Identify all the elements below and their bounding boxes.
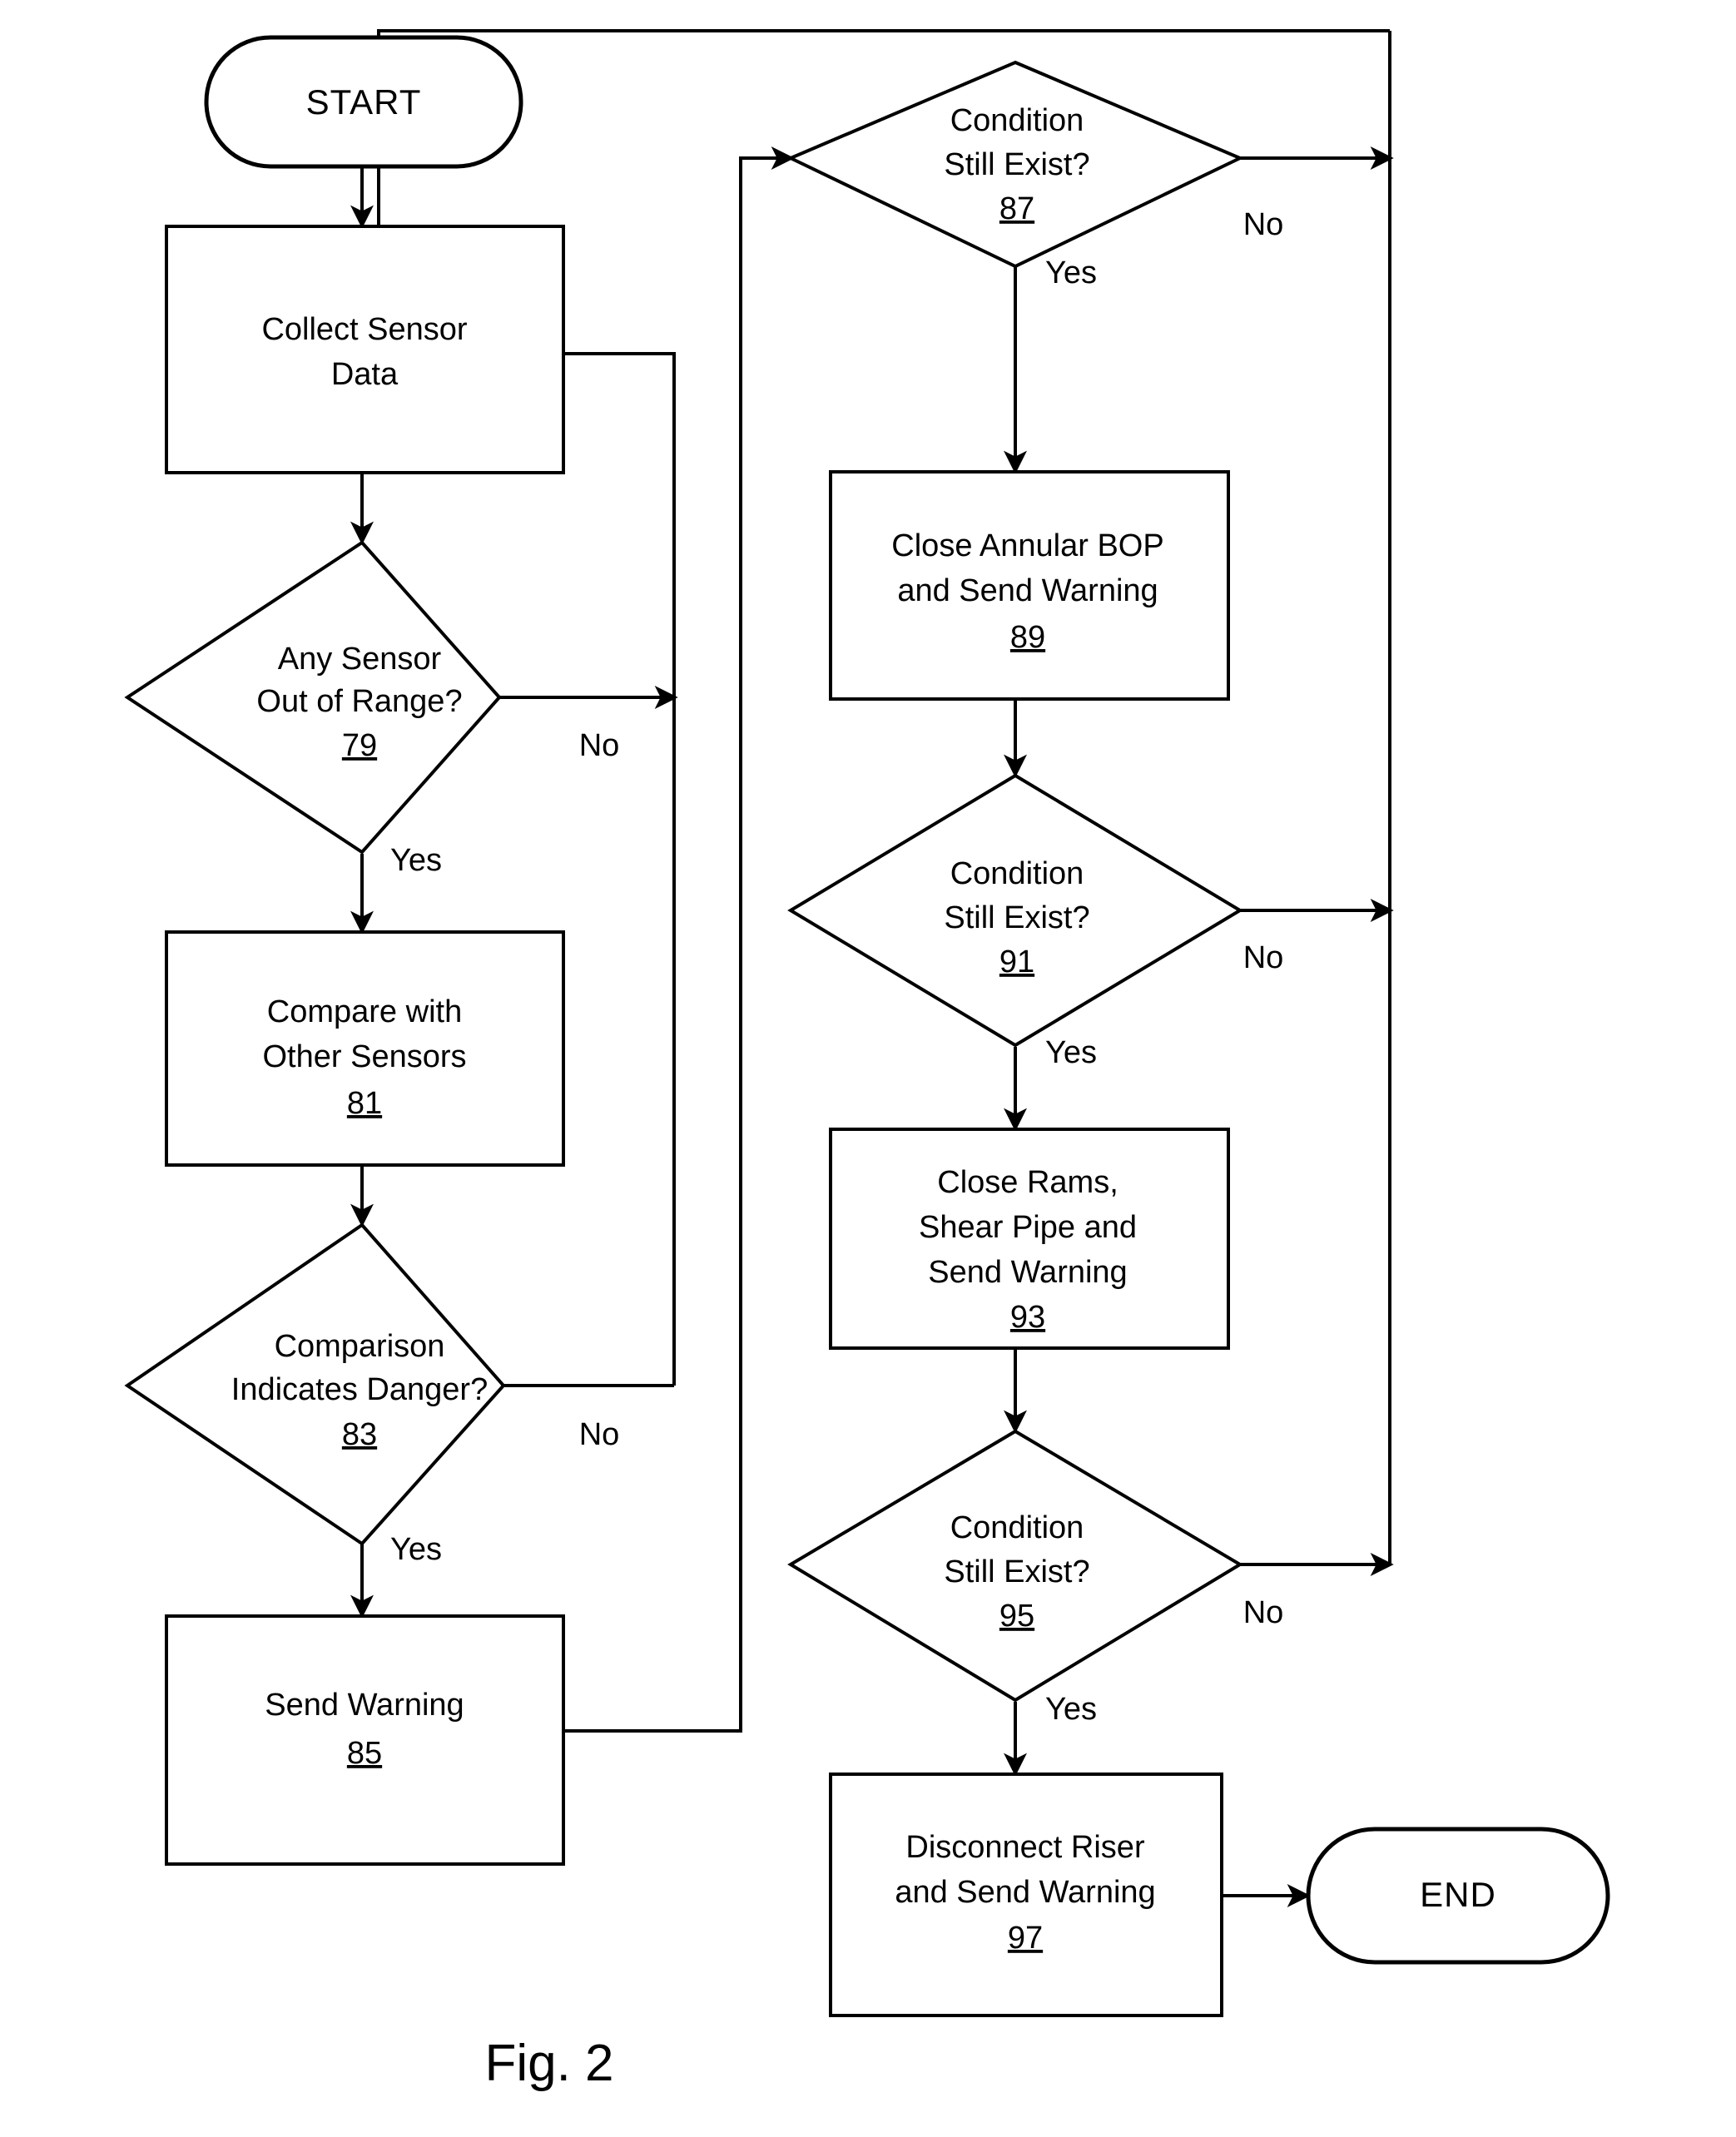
edge-label-d91-yes: Yes xyxy=(1045,1035,1097,1070)
d87-label-line2: Still Exist? xyxy=(944,147,1089,182)
d83-label-line1: Comparison xyxy=(275,1329,445,1364)
node-disconnect-riser[interactable]: Disconnect Riser and Send Warning 97 xyxy=(829,1773,1223,2017)
edge-label-d83-yes: Yes xyxy=(390,1532,442,1567)
rams93-label-line2: Shear Pipe and xyxy=(919,1210,1137,1245)
collect-box-shape xyxy=(165,225,565,474)
edge-label-d83-no: No xyxy=(579,1417,620,1452)
node-start[interactable]: START xyxy=(204,35,523,169)
edge-label-d95-no: No xyxy=(1243,1595,1284,1630)
start-label: START xyxy=(306,82,422,121)
d87-ref-number: 87 xyxy=(999,191,1034,226)
rams93-label-line1: Close Rams, xyxy=(937,1165,1118,1200)
d95-label-line2: Still Exist? xyxy=(944,1554,1089,1589)
d79-label-line1: Any Sensor xyxy=(278,642,442,677)
edge-warn85-to-d87 xyxy=(564,146,795,1733)
collect-label-line2: Data xyxy=(331,357,399,392)
edge-label-d91-no: No xyxy=(1243,940,1284,975)
bop89-ref-number: 89 xyxy=(1010,620,1045,655)
d91-label-line2: Still Exist? xyxy=(944,900,1089,935)
end-label: END xyxy=(1420,1875,1496,1914)
d79-label-line2: Out of Range? xyxy=(256,684,462,719)
d91-ref-number: 91 xyxy=(999,945,1034,979)
d95-ref-number: 95 xyxy=(999,1599,1034,1634)
edge-label-d79-yes: Yes xyxy=(390,843,442,878)
collect-label-line1: Collect Sensor xyxy=(261,312,467,347)
edge-label-d87-no: No xyxy=(1243,207,1284,242)
node-collect-sensor-data[interactable]: Collect Sensor Data xyxy=(165,225,565,474)
node-close-annular-bop[interactable]: Close Annular BOP and Send Warning 89 xyxy=(829,470,1230,701)
edge-label-d95-yes: Yes xyxy=(1045,1692,1097,1727)
riser97-label-line1: Disconnect Riser xyxy=(905,1830,1145,1865)
flowchart-diagram: START Collect Sensor Data Any Sensor Out… xyxy=(0,0,1736,2137)
compare-label-line2: Other Sensors xyxy=(263,1039,467,1074)
d87-label-line1: Condition xyxy=(950,103,1084,138)
riser97-ref-number: 97 xyxy=(1008,1921,1043,1956)
edge-label-d87-yes: Yes xyxy=(1045,255,1097,290)
node-decision-condition-still-exist-91[interactable]: Condition Still Exist? 91 xyxy=(787,773,1243,1048)
d79-ref-number: 79 xyxy=(342,728,377,763)
node-end[interactable]: END xyxy=(1306,1827,1610,1965)
rams93-ref-number: 93 xyxy=(1010,1300,1045,1335)
node-decision-condition-still-exist-87[interactable]: Condition Still Exist? 87 xyxy=(786,60,1244,269)
node-compare-with-other-sensors[interactable]: Compare with Other Sensors 81 xyxy=(165,930,565,1167)
warn85-label-line1: Send Warning xyxy=(265,1688,464,1723)
bop89-label-line1: Close Annular BOP xyxy=(891,528,1163,563)
d83-label-line2: Indicates Danger? xyxy=(231,1372,488,1407)
node-send-warning-85[interactable]: Send Warning 85 xyxy=(165,1614,565,1866)
d95-label-line1: Condition xyxy=(950,1510,1084,1545)
figure-caption: Fig. 2 xyxy=(484,2035,613,2092)
riser97-label-line2: and Send Warning xyxy=(895,1875,1155,1910)
compare-label-line1: Compare with xyxy=(267,994,462,1029)
compare-ref-number: 81 xyxy=(347,1086,382,1121)
node-close-rams-shear-pipe[interactable]: Close Rams, Shear Pipe and Send Warning … xyxy=(829,1128,1230,1350)
bop89-label-line2: and Send Warning xyxy=(897,573,1158,608)
flowchart-canvas: START Collect Sensor Data Any Sensor Out… xyxy=(124,29,1610,2092)
edge-label-d79-no: No xyxy=(579,728,620,763)
d91-label-line1: Condition xyxy=(950,856,1084,891)
rams93-label-line3: Send Warning xyxy=(928,1255,1127,1290)
node-decision-any-sensor-out-of-range[interactable]: Any Sensor Out of Range? 79 xyxy=(124,540,502,855)
node-decision-comparison-indicates-danger[interactable]: Comparison Indicates Danger? 83 xyxy=(124,1222,506,1546)
d83-ref-number: 83 xyxy=(342,1417,377,1452)
warn85-ref-number: 85 xyxy=(347,1736,382,1771)
node-decision-condition-still-exist-95[interactable]: Condition Still Exist? 95 xyxy=(787,1429,1243,1703)
